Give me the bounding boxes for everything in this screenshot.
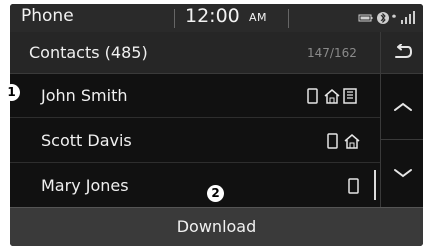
battery-icon [358,14,373,22]
contact-number-icons [306,87,360,105]
bluetooth-icon [377,12,389,24]
contact-name: Scott Davis [41,131,132,150]
phone-signal-icon [392,11,415,24]
status-bar: Phone 12:00 AM [10,4,423,32]
contact-number-icons [326,132,362,150]
chevron-down-icon [394,169,412,178]
status-app-title: Phone [21,6,74,26]
callout-marker-1: 1 [3,84,20,101]
status-divider [288,9,289,28]
clock-time: 12:00 [185,5,240,27]
contact-row[interactable]: Scott Davis [10,119,380,163]
back-arrow-icon [395,44,412,58]
back-button[interactable] [380,32,423,74]
contacts-title: Contacts (485) [29,43,148,62]
office-icon [343,88,357,104]
home-icon [324,89,340,104]
contact-number-icons [347,177,361,195]
contact-row[interactable]: Mary Jones [10,164,380,208]
list-position: 147/162 [307,46,357,60]
download-label: Download [176,217,257,236]
mobile-icon [307,88,318,104]
scroll-up-button[interactable] [381,74,423,140]
phone-screen: Phone 12:00 AM Contacts (485) 147/162 Jo… [10,4,423,246]
list-scrollbar[interactable] [374,170,376,200]
home-icon [344,134,360,149]
download-button[interactable]: Download [10,207,423,246]
chevron-up-icon [394,102,412,111]
contact-name: John Smith [41,86,128,105]
contact-row[interactable]: John Smith [10,74,380,118]
callout-marker-2: 2 [207,185,224,202]
scroll-down-button[interactable] [381,140,423,207]
scroll-buttons [380,74,423,207]
mobile-icon [327,133,338,149]
mobile-icon [348,178,359,194]
status-divider [174,9,175,28]
clock-ampm: AM [249,11,268,24]
contacts-header: Contacts (485) 147/162 [10,32,423,74]
contact-name: Mary Jones [41,176,129,195]
contact-list: John Smith Scott Davis Mary Jones [10,74,380,208]
status-icons [357,10,417,26]
